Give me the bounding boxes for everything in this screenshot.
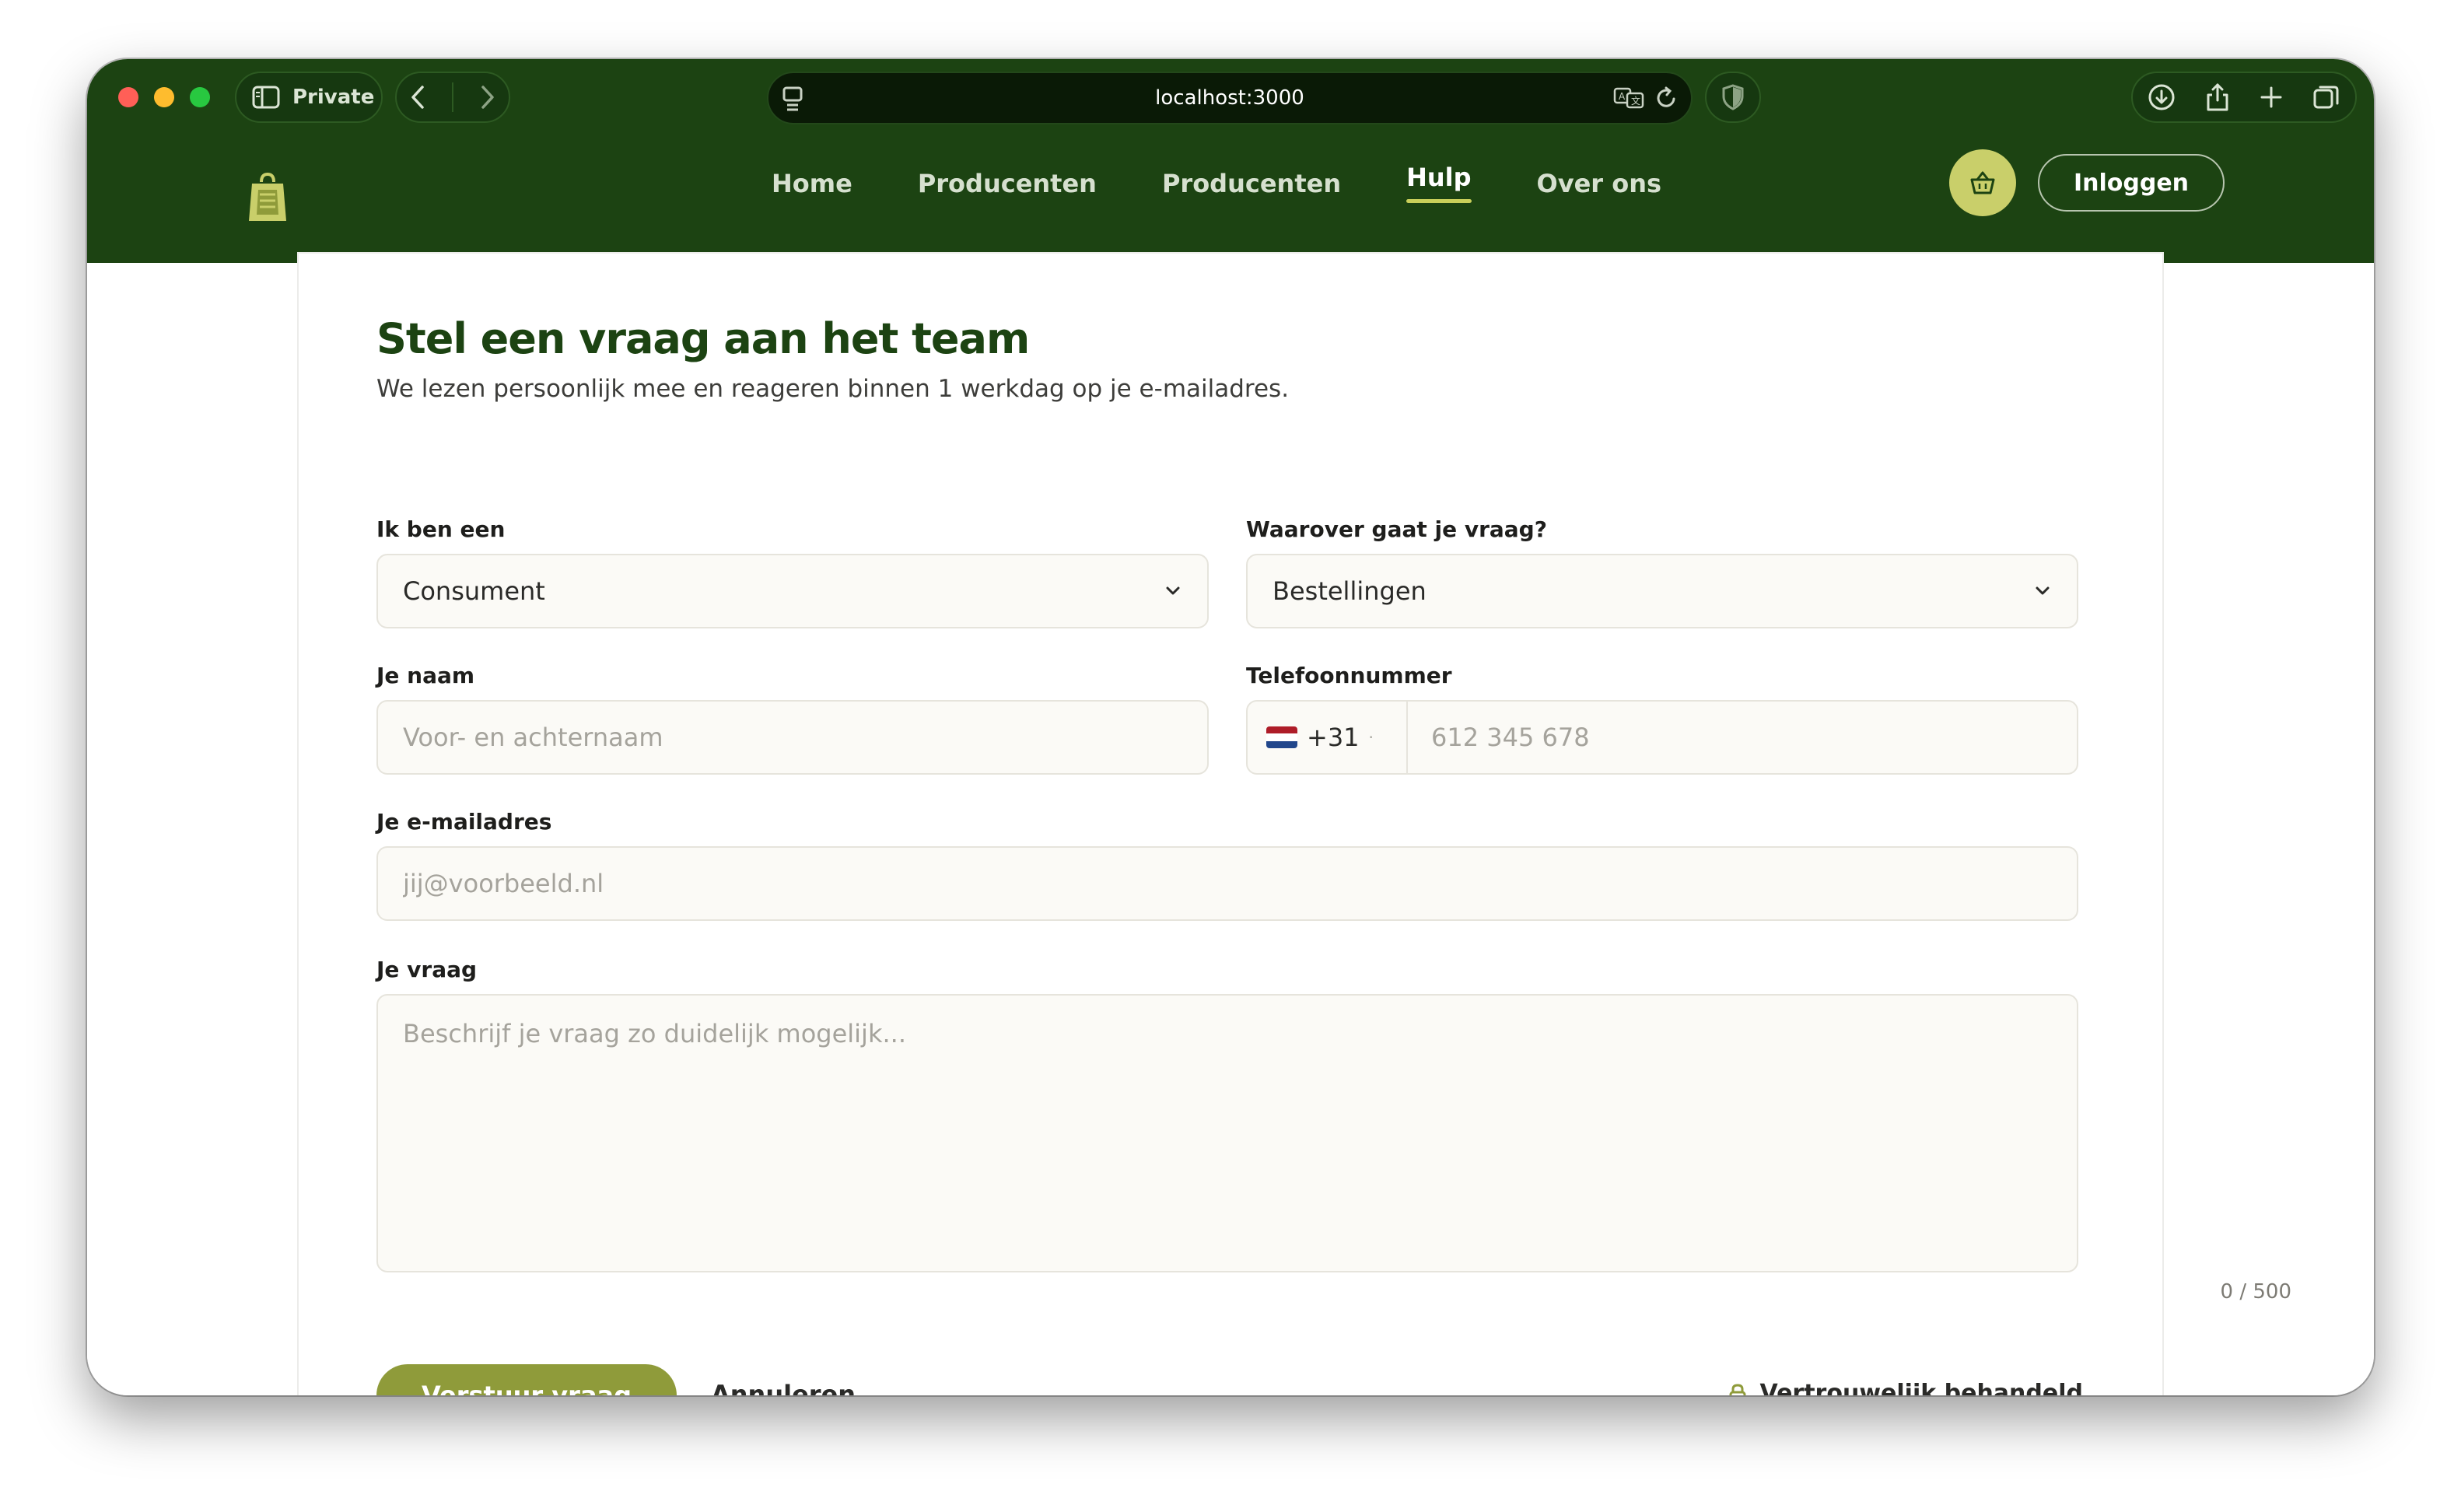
download-icon[interactable] [2148, 83, 2176, 111]
email-input[interactable] [376, 846, 2078, 921]
page-content: Stel een vraag aan het team We lezen per… [87, 252, 2374, 1395]
phone-label: Telefoonnummer [1246, 663, 1452, 688]
role-select-value: Consument [403, 576, 545, 606]
nav-hulp[interactable]: Hulp [1406, 163, 1472, 203]
topic-select[interactable]: Bestellingen [1246, 554, 2078, 628]
reload-icon[interactable] [1655, 86, 1679, 110]
login-button[interactable]: Inloggen [2038, 154, 2225, 212]
tab-overview-icon[interactable] [2312, 83, 2340, 111]
chevron-down-icon [1166, 586, 1180, 595]
share-icon[interactable] [2205, 82, 2230, 112]
phone-field: +31 · [1246, 700, 2078, 775]
site-header: Home Producenten Producenten Hulp Over o… [87, 137, 2374, 263]
translate-icon[interactable]: A文 [1613, 86, 1644, 110]
cancel-button[interactable]: Annuleren [711, 1380, 856, 1395]
nav-over-ons[interactable]: Over ons [1537, 169, 1662, 198]
browser-window: Private localhost:3000 A文 Home Producent… [87, 59, 2374, 1395]
email-label: Je e-mailadres [376, 809, 552, 835]
shop-logo[interactable] [247, 171, 288, 224]
minimize-window-button[interactable] [154, 87, 174, 107]
country-code-select[interactable]: +31 · [1248, 702, 1408, 773]
dropdown-dot-icon: · [1368, 728, 1374, 747]
question-textarea[interactable] [376, 994, 2078, 1272]
address-bar[interactable]: localhost:3000 A文 [767, 72, 1693, 124]
netherlands-flag-icon [1266, 726, 1297, 748]
privacy-shield-button[interactable] [1705, 72, 1761, 123]
nav-producenten-2[interactable]: Producenten [1162, 169, 1341, 198]
browser-tools [2131, 72, 2357, 123]
country-code-value: +31 [1307, 723, 1360, 752]
confidential-notice: Vertrouwelijk behandeld [1729, 1380, 2084, 1395]
lock-icon [1729, 1383, 1745, 1395]
url-text: localhost:3000 [1155, 86, 1304, 110]
question-label: Je vraag [376, 957, 478, 982]
shield-icon [1722, 84, 1744, 110]
character-counter: 0 / 500 [2220, 1280, 2291, 1304]
new-tab-icon[interactable] [2260, 86, 2283, 109]
confidential-label: Vertrouwelijk behandeld [1759, 1380, 2084, 1395]
sidebar-icon [252, 86, 280, 109]
page-settings-icon[interactable] [781, 86, 804, 112]
svg-text:文: 文 [1631, 95, 1640, 107]
forward-button[interactable] [480, 85, 495, 110]
form-subtitle: We lezen persoonlijk mee en reageren bin… [376, 375, 1290, 403]
phone-input[interactable] [1408, 702, 2077, 773]
nav-divider [452, 82, 453, 112]
back-button[interactable] [410, 85, 425, 110]
maximize-window-button[interactable] [190, 87, 210, 107]
private-tab-indicator[interactable]: Private [235, 72, 383, 123]
form-title: Stel een vraag aan het team [376, 314, 1030, 363]
basket-icon [1970, 171, 1995, 194]
chevron-down-icon [2036, 586, 2050, 595]
basket-button[interactable] [1949, 149, 2016, 216]
topic-select-value: Bestellingen [1273, 576, 1427, 606]
name-input[interactable] [376, 700, 1209, 775]
browser-toolbar: Private localhost:3000 A文 Home Producent… [87, 59, 2374, 263]
window-controls [118, 87, 210, 107]
history-navigation [395, 72, 510, 123]
name-label: Je naam [376, 663, 475, 688]
address-bar-actions: A文 [1613, 86, 1679, 110]
submit-question-button[interactable]: Verstuur vraag [376, 1364, 677, 1395]
nav-producenten[interactable]: Producenten [918, 169, 1097, 198]
role-label: Ik ben een [376, 516, 506, 542]
close-window-button[interactable] [118, 87, 138, 107]
main-menu: Home Producenten Producenten Hulp Over o… [772, 137, 1661, 230]
svg-text:A: A [1619, 91, 1626, 102]
topic-label: Waarover gaat je vraag? [1246, 516, 1547, 542]
nav-home[interactable]: Home [772, 169, 852, 198]
private-label: Private [292, 86, 375, 109]
role-select[interactable]: Consument [376, 554, 1209, 628]
